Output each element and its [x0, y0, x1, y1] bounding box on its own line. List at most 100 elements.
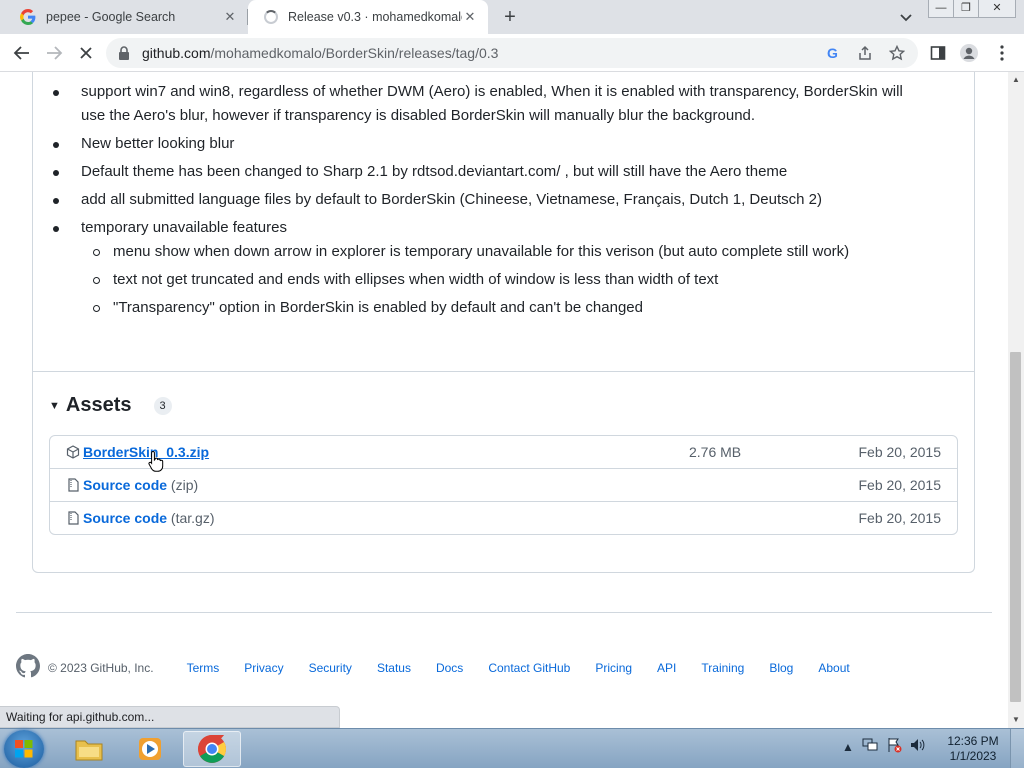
explorer-folder-icon[interactable] — [60, 731, 118, 767]
asset-format[interactable]: (zip) — [171, 477, 198, 493]
stop-loading-icon[interactable] — [74, 41, 98, 65]
footer-link-privacy[interactable]: Privacy — [244, 661, 283, 675]
release-notes: projects support win7 and win8, regardle… — [33, 72, 974, 372]
footer-link-about[interactable]: About — [818, 661, 849, 675]
tab-strip: pepee - Google Search ✕ Release v0.3 · m… — [0, 0, 1024, 34]
kebab-menu-icon[interactable] — [990, 41, 1014, 65]
system-tray: ▲ — [842, 737, 934, 756]
asset-date: Feb 20, 2015 — [858, 477, 941, 493]
footer-link-api[interactable]: API — [657, 661, 676, 675]
scrollbar-thumb[interactable] — [1010, 352, 1021, 702]
asset-link[interactable]: Source code (tar.gz) — [83, 510, 215, 526]
footer-link-terms[interactable]: Terms — [187, 661, 220, 675]
footer-divider — [16, 612, 992, 613]
tab-title: Release v0.3 · mohamedkomalo/BorderSkin — [288, 10, 462, 24]
notes-line: projects — [81, 72, 134, 76]
file-zip-icon — [66, 511, 80, 525]
footer-link-pricing[interactable]: Pricing — [595, 661, 632, 675]
footer-link-status[interactable]: Status — [377, 661, 411, 675]
asset-date: Feb 20, 2015 — [858, 444, 941, 460]
section-divider — [33, 371, 974, 372]
address-bar[interactable]: github.com/mohamedkomalo/BorderSkin/rele… — [106, 38, 918, 68]
assets-title: Assets — [65, 394, 132, 416]
clock-time: 12:36 PM — [947, 734, 999, 748]
start-button[interactable] — [4, 730, 44, 768]
profile-avatar-icon[interactable] — [957, 41, 981, 65]
notes-bullet: Default theme has been changed to Sharp … — [52, 160, 787, 184]
hand-cursor-icon — [148, 450, 164, 477]
browser-toolbar: github.com/mohamedkomalo/BorderSkin/rele… — [0, 34, 1024, 72]
vertical-scrollbar[interactable]: ▲ ▼ — [1008, 72, 1024, 728]
svg-text:G: G — [827, 45, 838, 61]
footer-link-security[interactable]: Security — [309, 661, 352, 675]
footer-link-docs[interactable]: Docs — [436, 661, 463, 675]
show-desktop-button[interactable] — [1010, 729, 1024, 768]
lock-icon[interactable] — [118, 46, 130, 65]
scroll-down-arrow-icon[interactable]: ▼ — [1008, 712, 1024, 728]
asset-name[interactable]: Source code — [83, 510, 167, 526]
notes-sub-bullet: menu show when down arrow in explorer is… — [92, 240, 849, 264]
media-player-icon[interactable] — [121, 731, 179, 767]
notes-line: use the Aero's blur, however if transpar… — [81, 107, 756, 124]
windows-taskbar: ▲ 12:36 PM 1/1/2023 — [0, 728, 1024, 768]
footer-copyright: © 2023 GitHub, Inc. — [48, 660, 154, 675]
asset-row: Source code (tar.gz) Feb 20, 2015 — [50, 501, 957, 534]
url-text: github.com/mohamedkomalo/BorderSkin/rele… — [142, 45, 498, 61]
notes-bullet: temporary unavailable features — [53, 216, 287, 240]
google-lens-icon[interactable]: G — [824, 44, 842, 62]
page-footer: © 2023 GitHub, Inc. Terms Privacy Securi… — [16, 654, 850, 681]
network-icon[interactable] — [862, 738, 878, 755]
package-icon — [66, 445, 80, 459]
asset-format[interactable]: (tar.gz) — [171, 510, 215, 526]
close-icon[interactable]: ✕ — [222, 9, 238, 25]
back-arrow-icon[interactable] — [10, 41, 34, 65]
notes-bullet: add all submitted language files by defa… — [53, 188, 822, 212]
side-panel-icon[interactable] — [926, 41, 950, 65]
notes-sub-bullet: text not get truncated and ends with ell… — [92, 268, 718, 292]
asset-row: BorderSkin_0.3.zip 2.76 MB Feb 20, 2015 — [50, 436, 957, 468]
bookmark-star-icon[interactable] — [888, 44, 906, 62]
volume-icon[interactable] — [910, 738, 926, 755]
triangle-down-icon[interactable]: ▼ — [49, 400, 60, 412]
footer-link-contact[interactable]: Contact GitHub — [488, 661, 570, 675]
url-host: github.com — [142, 45, 211, 61]
new-tab-button[interactable]: + — [498, 5, 522, 29]
footer-link-blog[interactable]: Blog — [769, 661, 793, 675]
asset-row: Source code (zip) Feb 20, 2015 — [50, 468, 957, 501]
asset-date: Feb 20, 2015 — [858, 510, 941, 526]
asset-name[interactable]: Source code — [83, 477, 167, 493]
action-center-flag-icon[interactable] — [886, 737, 902, 756]
url-path: /mohamedkomalo/BorderSkin/releases/tag/0… — [210, 45, 499, 61]
window-controls: — ❐ ✕ — [928, 0, 1016, 18]
assets-count-badge: 3 — [153, 396, 172, 415]
forward-arrow-icon[interactable] — [42, 41, 66, 65]
asset-link[interactable]: BorderSkin_0.3.zip — [83, 444, 209, 460]
chrome-icon[interactable] — [183, 731, 241, 767]
file-zip-icon — [66, 478, 80, 492]
loading-spinner-icon — [264, 10, 278, 24]
asset-size: 2.76 MB — [689, 444, 742, 460]
scroll-up-arrow-icon[interactable]: ▲ — [1008, 72, 1024, 88]
asset-name[interactable]: BorderSkin_0.3.zip — [83, 444, 209, 460]
release-box: projects support win7 and win8, regardle… — [32, 72, 975, 573]
tab-title: pepee - Google Search — [46, 10, 176, 24]
github-logo-icon[interactable] — [16, 654, 40, 681]
taskbar-clock[interactable]: 12:36 PM 1/1/2023 — [945, 734, 1001, 764]
asset-link[interactable]: Source code (zip) — [83, 477, 198, 493]
close-icon[interactable]: ✕ — [462, 9, 478, 25]
notes-bullet: New better looking blur — [52, 132, 234, 156]
google-icon — [20, 9, 36, 25]
assets-header[interactable]: ▼ Assets 3 — [49, 394, 172, 417]
tab-release[interactable]: Release v0.3 · mohamedkomalo/BorderSkin … — [248, 0, 488, 34]
minimize-icon[interactable]: — — [929, 0, 954, 17]
tab-google-search[interactable]: pepee - Google Search ✕ — [4, 0, 248, 34]
tray-expand-icon[interactable]: ▲ — [842, 740, 854, 754]
share-icon[interactable] — [856, 44, 874, 62]
close-window-icon[interactable]: ✕ — [979, 0, 1015, 17]
notes-sub-bullet: "Transparency" option in BorderSkin is e… — [93, 296, 643, 320]
status-bubble: Waiting for api.github.com... — [0, 706, 340, 728]
tab-search-chevron-icon[interactable] — [896, 7, 916, 27]
assets-list: BorderSkin_0.3.zip 2.76 MB Feb 20, 2015 … — [49, 435, 958, 535]
restore-icon[interactable]: ❐ — [954, 0, 979, 17]
footer-link-training[interactable]: Training — [701, 661, 744, 675]
